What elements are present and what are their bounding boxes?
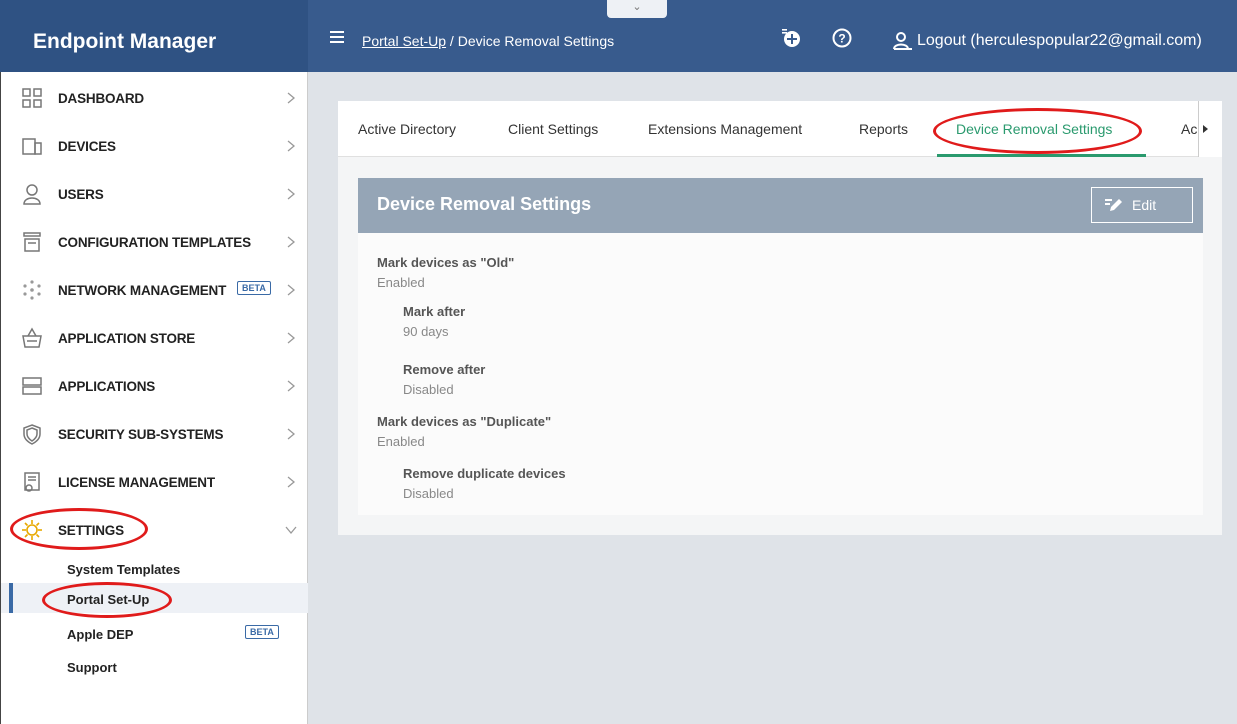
sidebar-item-configuration-templates[interactable]: CONFIGURATION TEMPLATES <box>1 218 308 266</box>
chevron-right-icon <box>287 236 296 248</box>
sidebar-item-applications[interactable]: APPLICATIONS <box>1 362 308 410</box>
sidebar-item-label: DASHBOARD <box>58 90 144 106</box>
breadcrumb: Portal Set-Up / Device Removal Settings <box>362 33 614 49</box>
sidebar-subitem-portal-setup[interactable]: Portal Set-Up <box>67 592 149 607</box>
field-value-remove-duplicate: Disabled <box>403 486 454 501</box>
configuration-icon <box>23 232 41 252</box>
sidebar-item-label: SETTINGS <box>58 522 124 538</box>
field-label-mark-old: Mark devices as "Old" <box>377 255 515 270</box>
sidebar-item-label: LICENSE MANAGEMENT <box>58 474 215 490</box>
sidebar-item-dashboard[interactable]: DASHBOARD <box>1 74 308 122</box>
breadcrumb-current: Device Removal Settings <box>457 33 615 49</box>
beta-badge: BETA <box>237 281 271 295</box>
panel-title: Device Removal Settings <box>377 194 592 214</box>
pencil-icon <box>1105 199 1122 211</box>
add-icon[interactable] <box>780 27 802 49</box>
chevron-right-icon <box>287 92 296 104</box>
field-label-remove-duplicate: Remove duplicate devices <box>403 466 566 481</box>
sidebar-item-label: APPLICATIONS <box>58 378 156 394</box>
sidebar-item-devices[interactable]: DEVICES <box>1 122 308 170</box>
breadcrumb-separator: / <box>446 33 458 49</box>
sidebar-item-label: USERS <box>58 186 104 202</box>
tab-bar: Active Directory Client Settings Extensi… <box>338 101 1212 157</box>
caret-right-icon <box>1203 125 1208 133</box>
field-label-mark-duplicate: Mark devices as "Duplicate" <box>377 414 552 429</box>
sidebar-item-license-management[interactable]: LICENSE MANAGEMENT <box>1 458 308 506</box>
chevron-down-icon <box>285 526 297 535</box>
collapse-header-toggle[interactable]: ⌄ <box>607 0 667 18</box>
chevron-right-icon <box>287 140 296 152</box>
devices-icon <box>22 138 42 155</box>
tab-scroll-right-button[interactable] <box>1198 101 1222 157</box>
sidebar-item-label: CONFIGURATION TEMPLATES <box>58 234 251 250</box>
sidebar-active-highlight <box>1 583 308 613</box>
edit-button-label: Edit <box>1132 197 1157 213</box>
dashboard-icon <box>22 88 42 108</box>
beta-badge: BETA <box>245 625 279 639</box>
sidebar-item-label: SECURITY SUB-SYSTEMS <box>58 426 224 442</box>
sidebar-item-security-sub-systems[interactable]: SECURITY SUB-SYSTEMS <box>1 410 308 458</box>
sidebar-item-network-management[interactable]: NETWORK MANAGEMENT BETA <box>1 266 308 314</box>
sidebar-item-users[interactable]: USERS <box>1 170 308 218</box>
chevron-right-icon <box>287 332 296 344</box>
network-icon <box>23 280 41 300</box>
sidebar-item-label: NETWORK MANAGEMENT <box>58 282 227 298</box>
sidebar-item-application-store[interactable]: APPLICATION STORE <box>1 314 308 362</box>
field-label-remove-after: Remove after <box>403 362 486 377</box>
sidebar-subitem-support[interactable]: Support <box>67 660 117 675</box>
breadcrumb-portal-setup[interactable]: Portal Set-Up <box>362 33 446 49</box>
edit-button[interactable]: Edit <box>1091 187 1193 223</box>
app-brand: Endpoint Manager <box>0 0 308 72</box>
field-value-mark-old: Enabled <box>377 275 425 290</box>
users-icon <box>23 184 41 205</box>
license-icon <box>24 472 40 492</box>
field-value-mark-duplicate: Enabled <box>377 434 425 449</box>
menu-icon[interactable] <box>330 31 344 47</box>
sidebar-item-settings[interactable]: SETTINGS <box>1 506 308 554</box>
chevron-right-icon <box>287 380 296 392</box>
field-label-mark-after: Mark after <box>403 304 466 319</box>
sidebar: DASHBOARD DEVICES USERS CONFIGURATION TE… <box>0 72 308 724</box>
shield-icon <box>23 424 41 445</box>
sidebar-item-label: DEVICES <box>58 138 116 154</box>
help-icon[interactable]: ? <box>831 27 853 49</box>
field-value-remove-after: Disabled <box>403 382 454 397</box>
sidebar-subitem-system-templates[interactable]: System Templates <box>67 562 180 577</box>
sidebar-item-label: APPLICATION STORE <box>58 330 196 346</box>
store-icon <box>22 327 42 348</box>
tab-active-directory[interactable]: Active Directory <box>358 121 456 137</box>
sidebar-active-indicator <box>9 583 13 613</box>
chevron-right-icon <box>287 476 296 488</box>
applications-icon <box>22 377 42 395</box>
user-icon <box>893 32 912 50</box>
tab-device-removal-settings[interactable]: Device Removal Settings <box>956 121 1112 137</box>
chevron-right-icon <box>287 428 296 440</box>
svg-text:?: ? <box>838 32 845 46</box>
tab-extensions-management[interactable]: Extensions Management <box>648 121 802 137</box>
chevron-right-icon <box>287 284 296 296</box>
tab-reports[interactable]: Reports <box>859 121 908 137</box>
chevron-right-icon <box>287 188 296 200</box>
logout-label: Logout (herculespopular22@gmail.com) <box>917 32 1202 49</box>
sidebar-subitem-apple-dep[interactable]: Apple DEP <box>67 627 133 642</box>
field-value-mark-after: 90 days <box>403 324 449 339</box>
gear-icon <box>22 520 42 540</box>
logout-button[interactable]: Logout (herculespopular22@gmail.com) <box>893 31 1202 51</box>
tab-client-settings[interactable]: Client Settings <box>508 121 598 137</box>
